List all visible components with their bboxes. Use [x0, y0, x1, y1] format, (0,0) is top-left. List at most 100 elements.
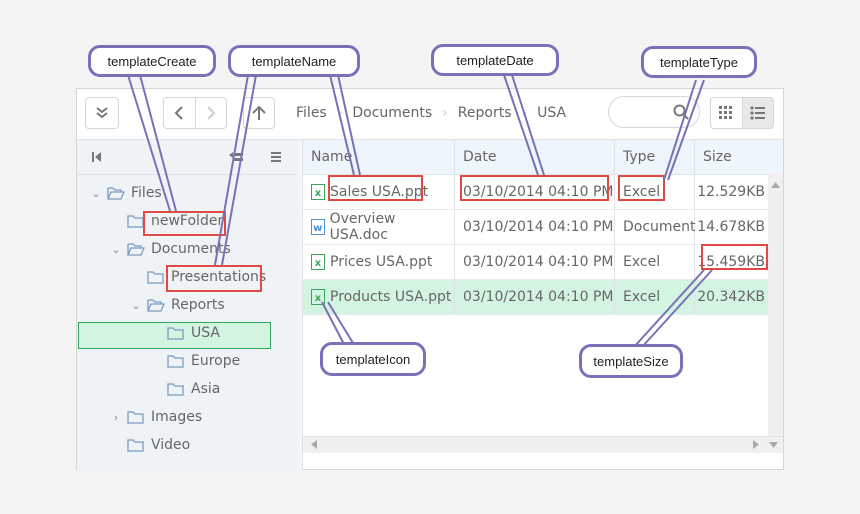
breadcrumb-item[interactable]: Documents	[352, 105, 432, 121]
tree-node[interactable]: ⌄ Reports	[129, 294, 225, 316]
folder-tree: ⌄ Files newFolder ⌄ Documents Presentations ⌄ R…	[77, 140, 299, 470]
cell-type: Document	[615, 210, 696, 244]
cell-size: 12.529KB	[697, 184, 765, 200]
chevron-left-icon	[174, 106, 183, 120]
tree-toolbar	[77, 140, 298, 175]
cell-date: 03/10/2014 04:10 PM	[455, 245, 615, 279]
thumbnails-view-button[interactable]	[711, 98, 742, 128]
highlight-template-size	[701, 244, 768, 270]
folder-icon	[167, 383, 184, 396]
tree-node-label: Video	[151, 437, 191, 453]
table-row[interactable]: x Products USA.ppt 03/10/2014 04:10 PM Exce…	[303, 280, 783, 315]
up-button[interactable]	[243, 97, 275, 129]
excel-file-icon: x	[311, 289, 325, 305]
search-input[interactable]	[608, 96, 700, 128]
cell-name: x Prices USA.ppt	[303, 245, 455, 279]
cell-name: w Overview USA.doc	[303, 210, 455, 244]
folder-icon	[147, 271, 164, 284]
table-row[interactable]: w Overview USA.doc 03/10/2014 04:10 PM Docu…	[303, 210, 783, 245]
tree-node[interactable]: USA	[149, 322, 220, 344]
tree-node-label: Asia	[191, 381, 221, 397]
highlight-template-date	[460, 175, 609, 201]
breadcrumb-item[interactable]: USA	[537, 105, 566, 121]
chevron-right-icon	[207, 106, 216, 120]
breadcrumb-separator: ›	[521, 105, 528, 121]
outdent-icon[interactable]	[229, 152, 243, 162]
tree-node[interactable]: ⌄ Files	[89, 182, 162, 204]
excel-file-icon: x	[311, 254, 325, 270]
column-header-size[interactable]: Size	[695, 140, 767, 174]
file-name: Products USA.ppt	[330, 289, 452, 305]
breadcrumb-item[interactable]: Reports	[458, 105, 512, 121]
grid-view-icon	[719, 106, 733, 119]
column-header-date[interactable]: Date	[455, 140, 615, 174]
vertical-scrollbar[interactable]	[768, 174, 783, 436]
folder-icon	[127, 411, 144, 424]
tree-node-label: Reports	[171, 297, 225, 313]
highlight-template-type	[618, 175, 665, 201]
tree-node[interactable]: › Images	[109, 406, 202, 428]
folder-icon	[167, 355, 184, 368]
breadcrumb-separator: ›	[336, 105, 343, 121]
view-switcher	[710, 97, 774, 129]
callout-template-type: templateType	[641, 46, 757, 78]
breadcrumb-separator: ›	[442, 105, 448, 121]
search-icon	[673, 104, 689, 120]
excel-file-icon: x	[311, 184, 325, 200]
tree-node[interactable]: ⌄ Documents	[109, 238, 231, 260]
column-header-type[interactable]: Type	[615, 140, 695, 174]
back-button[interactable]	[164, 98, 196, 128]
tree-node-label: Files	[131, 185, 162, 201]
collapse-tree-icon[interactable]	[92, 152, 102, 162]
highlight-template-name-tree	[166, 265, 262, 292]
callout-template-name: templateName	[228, 45, 360, 77]
callout-template-size: templateSize	[579, 344, 683, 378]
chevron-down-icon[interactable]: ⌄	[109, 243, 123, 256]
highlight-template-create	[143, 211, 226, 236]
cell-type: Excel	[615, 280, 695, 314]
horizontal-scrollbar[interactable]	[303, 436, 783, 453]
double-chevron-down-icon	[96, 107, 108, 119]
callout-template-create: templateCreate	[88, 45, 216, 77]
cell-size: 20.342KB	[697, 289, 765, 305]
scroll-down-icon[interactable]	[769, 442, 778, 448]
cell-date: 03/10/2014 04:10 PM	[455, 280, 615, 314]
scroll-left-icon[interactable]	[311, 440, 317, 449]
tree-node[interactable]: Asia	[149, 378, 220, 400]
collapse-button[interactable]	[85, 97, 119, 129]
tree-node-label: Europe	[191, 353, 241, 369]
folder-open-icon	[107, 187, 125, 200]
chevron-down-icon[interactable]: ⌄	[129, 299, 143, 312]
cell-date: 03/10/2014 04:10 PM	[455, 210, 615, 244]
tree-node-label: Images	[151, 409, 203, 425]
chevron-down-icon[interactable]: ⌄	[89, 187, 103, 200]
cell-name: x Products USA.ppt	[303, 280, 455, 314]
chevron-right-icon[interactable]: ›	[109, 411, 123, 424]
tree-node[interactable]: Europe	[149, 350, 240, 372]
grid-header: Name Date Type Size	[303, 140, 783, 175]
callout-template-date: templateDate	[431, 44, 559, 76]
arrow-up-icon	[252, 105, 266, 120]
menu-icon[interactable]	[271, 152, 281, 162]
column-header-name[interactable]: Name	[303, 140, 455, 174]
forward-button[interactable]	[196, 98, 227, 128]
tree-node-label: USA	[191, 325, 220, 341]
callout-template-icon: templateIcon	[320, 342, 426, 376]
tree-node-label: Documents	[151, 241, 231, 257]
folder-open-icon	[127, 243, 145, 256]
toolbar: Files › Documents › Reports › USA	[77, 89, 783, 140]
word-file-icon: w	[311, 219, 325, 235]
tree-node[interactable]: Video	[109, 434, 190, 456]
nav-buttons	[163, 97, 227, 129]
list-view-icon	[750, 106, 765, 120]
scroll-up-icon[interactable]	[771, 182, 780, 188]
cell-type: Excel	[615, 245, 695, 279]
file-name: Prices USA.ppt	[330, 254, 433, 270]
breadcrumb-item[interactable]: Files	[296, 105, 327, 121]
breadcrumb: Files › Documents › Reports › USA	[296, 105, 566, 121]
folder-icon	[127, 439, 144, 452]
details-view-button[interactable]	[741, 98, 773, 128]
cell-size: 14.678KB	[697, 219, 765, 235]
scroll-right-icon[interactable]	[753, 440, 759, 449]
file-name: Overview USA.doc	[329, 211, 396, 243]
